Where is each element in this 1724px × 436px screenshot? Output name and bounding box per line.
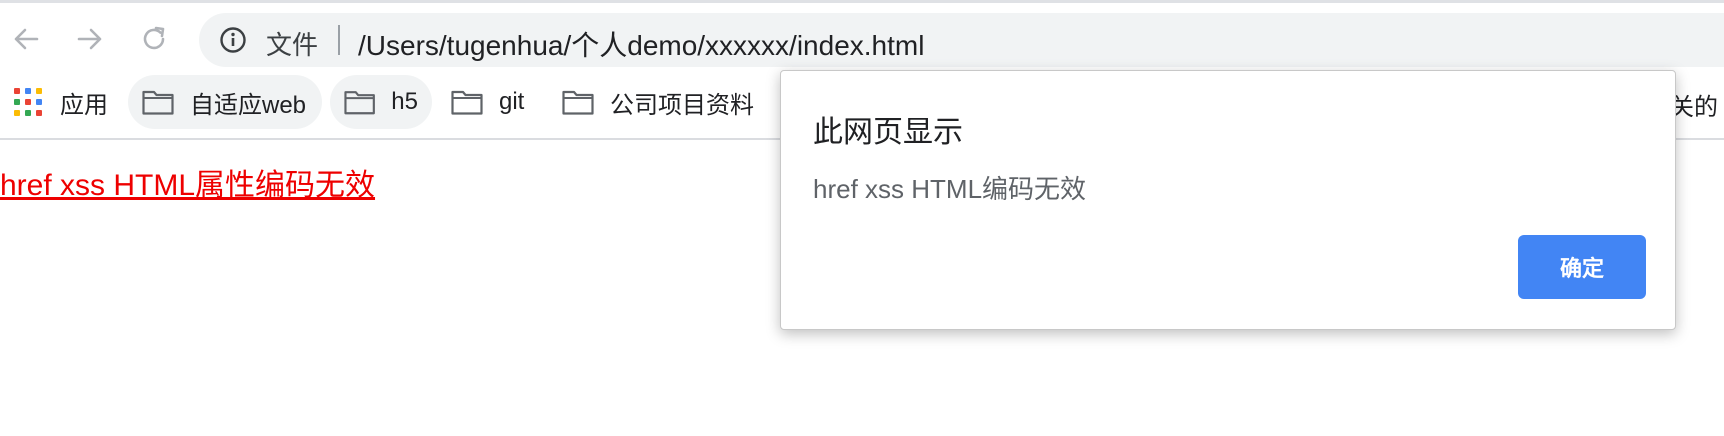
folder-icon: [451, 90, 483, 115]
apps-grid-icon: [14, 88, 42, 116]
browser-toolbar: 文件 /Users/tugenhua/个人demo/xxxxxx/index.h…: [0, 3, 1724, 74]
bookmark-label: git: [499, 88, 525, 115]
back-button[interactable]: [8, 21, 44, 57]
bookmark-label: 公司项目资料: [610, 91, 754, 119]
reload-icon: [143, 26, 165, 50]
folder-icon: [142, 90, 174, 115]
reload-button[interactable]: [136, 21, 172, 57]
folder-icon: [344, 91, 375, 115]
arrow-left-icon: [14, 28, 39, 50]
bookmark-label: 应用: [60, 91, 108, 119]
bookmark-folder-responsive-web[interactable]: 自适应web: [128, 75, 322, 129]
bookmark-cut-off-label[interactable]: 关的: [1670, 87, 1718, 122]
url-text[interactable]: /Users/tugenhua/个人demo/xxxxxx/index.html: [358, 24, 924, 64]
bookmark-label: 自适应web: [190, 91, 307, 119]
dialog-title: 此网页显示: [813, 116, 963, 149]
folder-icon: [562, 90, 594, 115]
info-icon[interactable]: [219, 26, 247, 54]
bookmark-folder-company-docs[interactable]: 公司项目资料: [548, 75, 768, 129]
arrow-right-icon: [77, 28, 102, 50]
bookmark-apps[interactable]: 应用: [0, 75, 122, 129]
url-separator: [338, 25, 340, 55]
forward-button[interactable]: [72, 21, 108, 57]
bookmark-label: h5: [391, 88, 418, 115]
site-info-label[interactable]: 文件: [266, 25, 318, 62]
page-link[interactable]: href xss HTML属性编码无效: [0, 160, 375, 204]
ok-button[interactable]: 确定: [1518, 235, 1646, 299]
dialog-message: href xss HTML编码无效: [813, 174, 1087, 204]
alert-dialog: 此网页显示 href xss HTML编码无效 确定: [780, 70, 1676, 330]
address-bar[interactable]: 文件 /Users/tugenhua/个人demo/xxxxxx/index.h…: [199, 13, 1724, 67]
bookmark-folder-git[interactable]: git: [437, 75, 538, 129]
bookmark-folder-h5[interactable]: h5: [330, 75, 432, 129]
